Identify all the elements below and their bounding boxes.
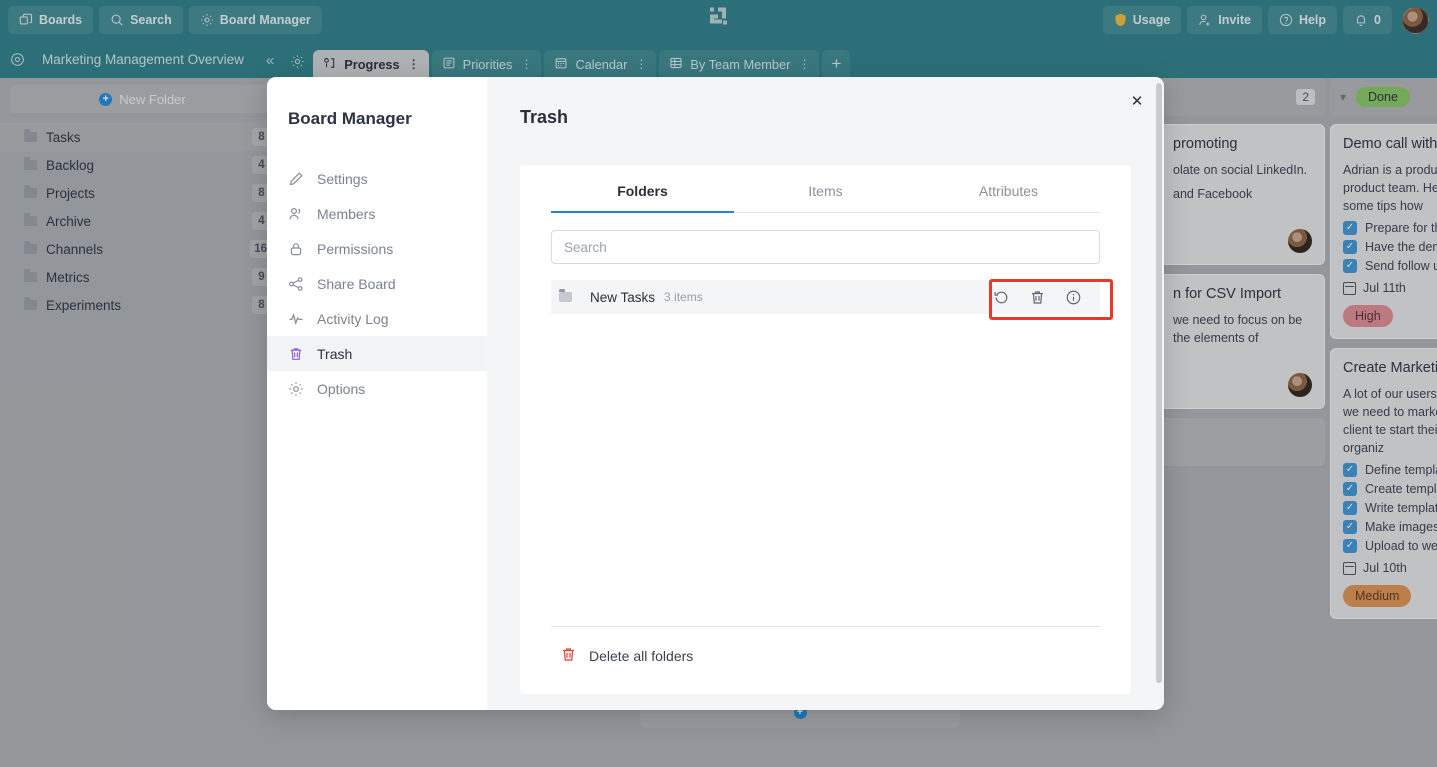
trash-panel: Folders Items Attributes New Tasks 3 ite…	[520, 165, 1131, 694]
modal-nav-label: Trash	[317, 345, 353, 362]
tab-attributes[interactable]: Attributes	[917, 165, 1100, 212]
row-item-count: 3 items	[664, 290, 703, 304]
modal-nav-activity-log[interactable]: Activity Log	[267, 301, 487, 336]
modal-nav-label: Options	[317, 380, 366, 397]
delete-all-label: Delete all folders	[589, 648, 694, 664]
modal-nav-options[interactable]: Options	[267, 371, 487, 406]
modal-nav-settings[interactable]: Settings	[267, 161, 487, 196]
board-manager-modal: Board Manager Settings Members Permissio…	[267, 77, 1164, 710]
modal-nav-label: Permissions	[317, 240, 394, 257]
pencil-icon	[288, 171, 304, 187]
tab-items[interactable]: Items	[734, 165, 917, 212]
row-name: New Tasks	[590, 289, 656, 305]
trash-icon	[288, 346, 304, 362]
delete-icon[interactable]	[1029, 289, 1046, 306]
modal-nav-label: Settings	[317, 170, 368, 187]
modal-nav-label: Activity Log	[317, 310, 389, 327]
folder-icon	[559, 289, 572, 302]
modal-nav-label: Members	[317, 205, 376, 222]
share-icon	[288, 276, 304, 292]
modal-nav-label: Share Board	[317, 275, 396, 292]
activity-icon	[288, 311, 304, 327]
restore-icon[interactable]	[993, 289, 1010, 306]
trash-tabs: Folders Items Attributes	[551, 165, 1100, 213]
search-field-wrapper[interactable]	[551, 230, 1100, 264]
close-icon[interactable]: ✕	[1127, 91, 1147, 111]
row-actions	[985, 289, 1090, 306]
delete-all-folders-button[interactable]: Delete all folders	[560, 646, 1100, 666]
page-title: Trash	[520, 107, 569, 127]
table-row[interactable]: New Tasks 3 items	[551, 280, 1100, 314]
app-root: Boards Search Board Manager Usage Invite…	[0, 0, 1437, 767]
lock-icon	[288, 241, 304, 257]
tab-folders[interactable]: Folders	[551, 165, 734, 213]
modal-content: Trash Folders Items Attributes New Tasks…	[487, 77, 1164, 710]
users-icon	[288, 206, 304, 222]
panel-footer: Delete all folders	[551, 626, 1100, 694]
modal-nav-share-board[interactable]: Share Board	[267, 266, 487, 301]
search-input[interactable]	[564, 239, 1087, 255]
gear-icon	[288, 381, 304, 397]
modal-nav-members[interactable]: Members	[267, 196, 487, 231]
modal-title: Board Manager	[288, 109, 412, 128]
modal-sidebar: Board Manager Settings Members Permissio…	[267, 77, 487, 710]
info-icon[interactable]	[1065, 289, 1082, 306]
modal-nav-trash[interactable]: Trash	[267, 336, 487, 371]
modal-scrollbar[interactable]	[1156, 83, 1162, 683]
modal-nav-permissions[interactable]: Permissions	[267, 231, 487, 266]
trash-icon	[560, 646, 577, 666]
panel-spacer	[551, 314, 1100, 626]
